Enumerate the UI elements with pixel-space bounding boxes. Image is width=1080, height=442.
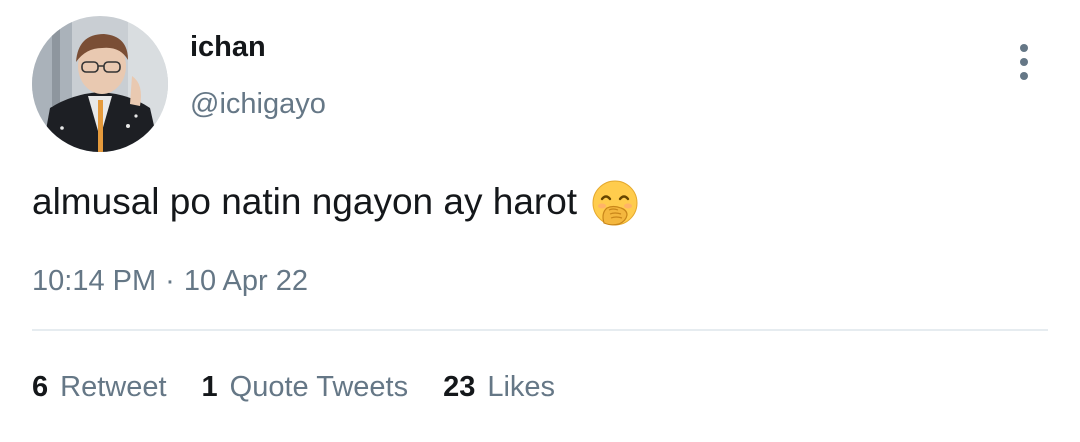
- tweet-time: 10:14 PM: [32, 265, 157, 297]
- tweet-timestamp[interactable]: 10:14 PM · 10 Apr 22: [32, 264, 308, 298]
- likes-link[interactable]: 23 Likes: [443, 370, 555, 404]
- tweet-stats: 6 Retweet 1 Quote Tweets 23 Likes: [32, 370, 590, 404]
- retweet-label: Retweet: [60, 371, 167, 403]
- tweet-text-content: almusal po natin ngayon ay harot: [32, 181, 578, 222]
- avatar[interactable]: [32, 16, 168, 152]
- retweet-count-link[interactable]: 6 Retweet: [32, 370, 167, 404]
- timestamp-separator: ·: [165, 265, 175, 297]
- likes-count: 23: [443, 371, 476, 403]
- tweet-detail: ichan @ichigayo almusal po natin ngayon …: [0, 0, 1080, 442]
- more-vertical-icon: [1020, 44, 1028, 52]
- quote-tweets-label: Quote Tweets: [229, 371, 409, 403]
- more-options-button[interactable]: [1004, 40, 1044, 84]
- avatar-image: [32, 16, 168, 152]
- more-vertical-icon-dot: [1020, 58, 1028, 66]
- face-with-hand-over-mouth-emoji-icon: [592, 180, 638, 226]
- more-vertical-icon-dot: [1020, 72, 1028, 80]
- tweet-date: 10 Apr 22: [183, 265, 308, 297]
- retweet-count: 6: [32, 371, 49, 403]
- quote-tweets-count: 1: [201, 371, 218, 403]
- author-handle[interactable]: @ichigayo: [190, 87, 326, 121]
- divider: [32, 329, 1048, 331]
- author-display-name[interactable]: ichan: [190, 30, 266, 64]
- tweet-text: almusal po natin ngayon ay harot: [32, 178, 639, 226]
- quote-tweets-link[interactable]: 1 Quote Tweets: [202, 370, 409, 404]
- likes-label: Likes: [487, 371, 556, 403]
